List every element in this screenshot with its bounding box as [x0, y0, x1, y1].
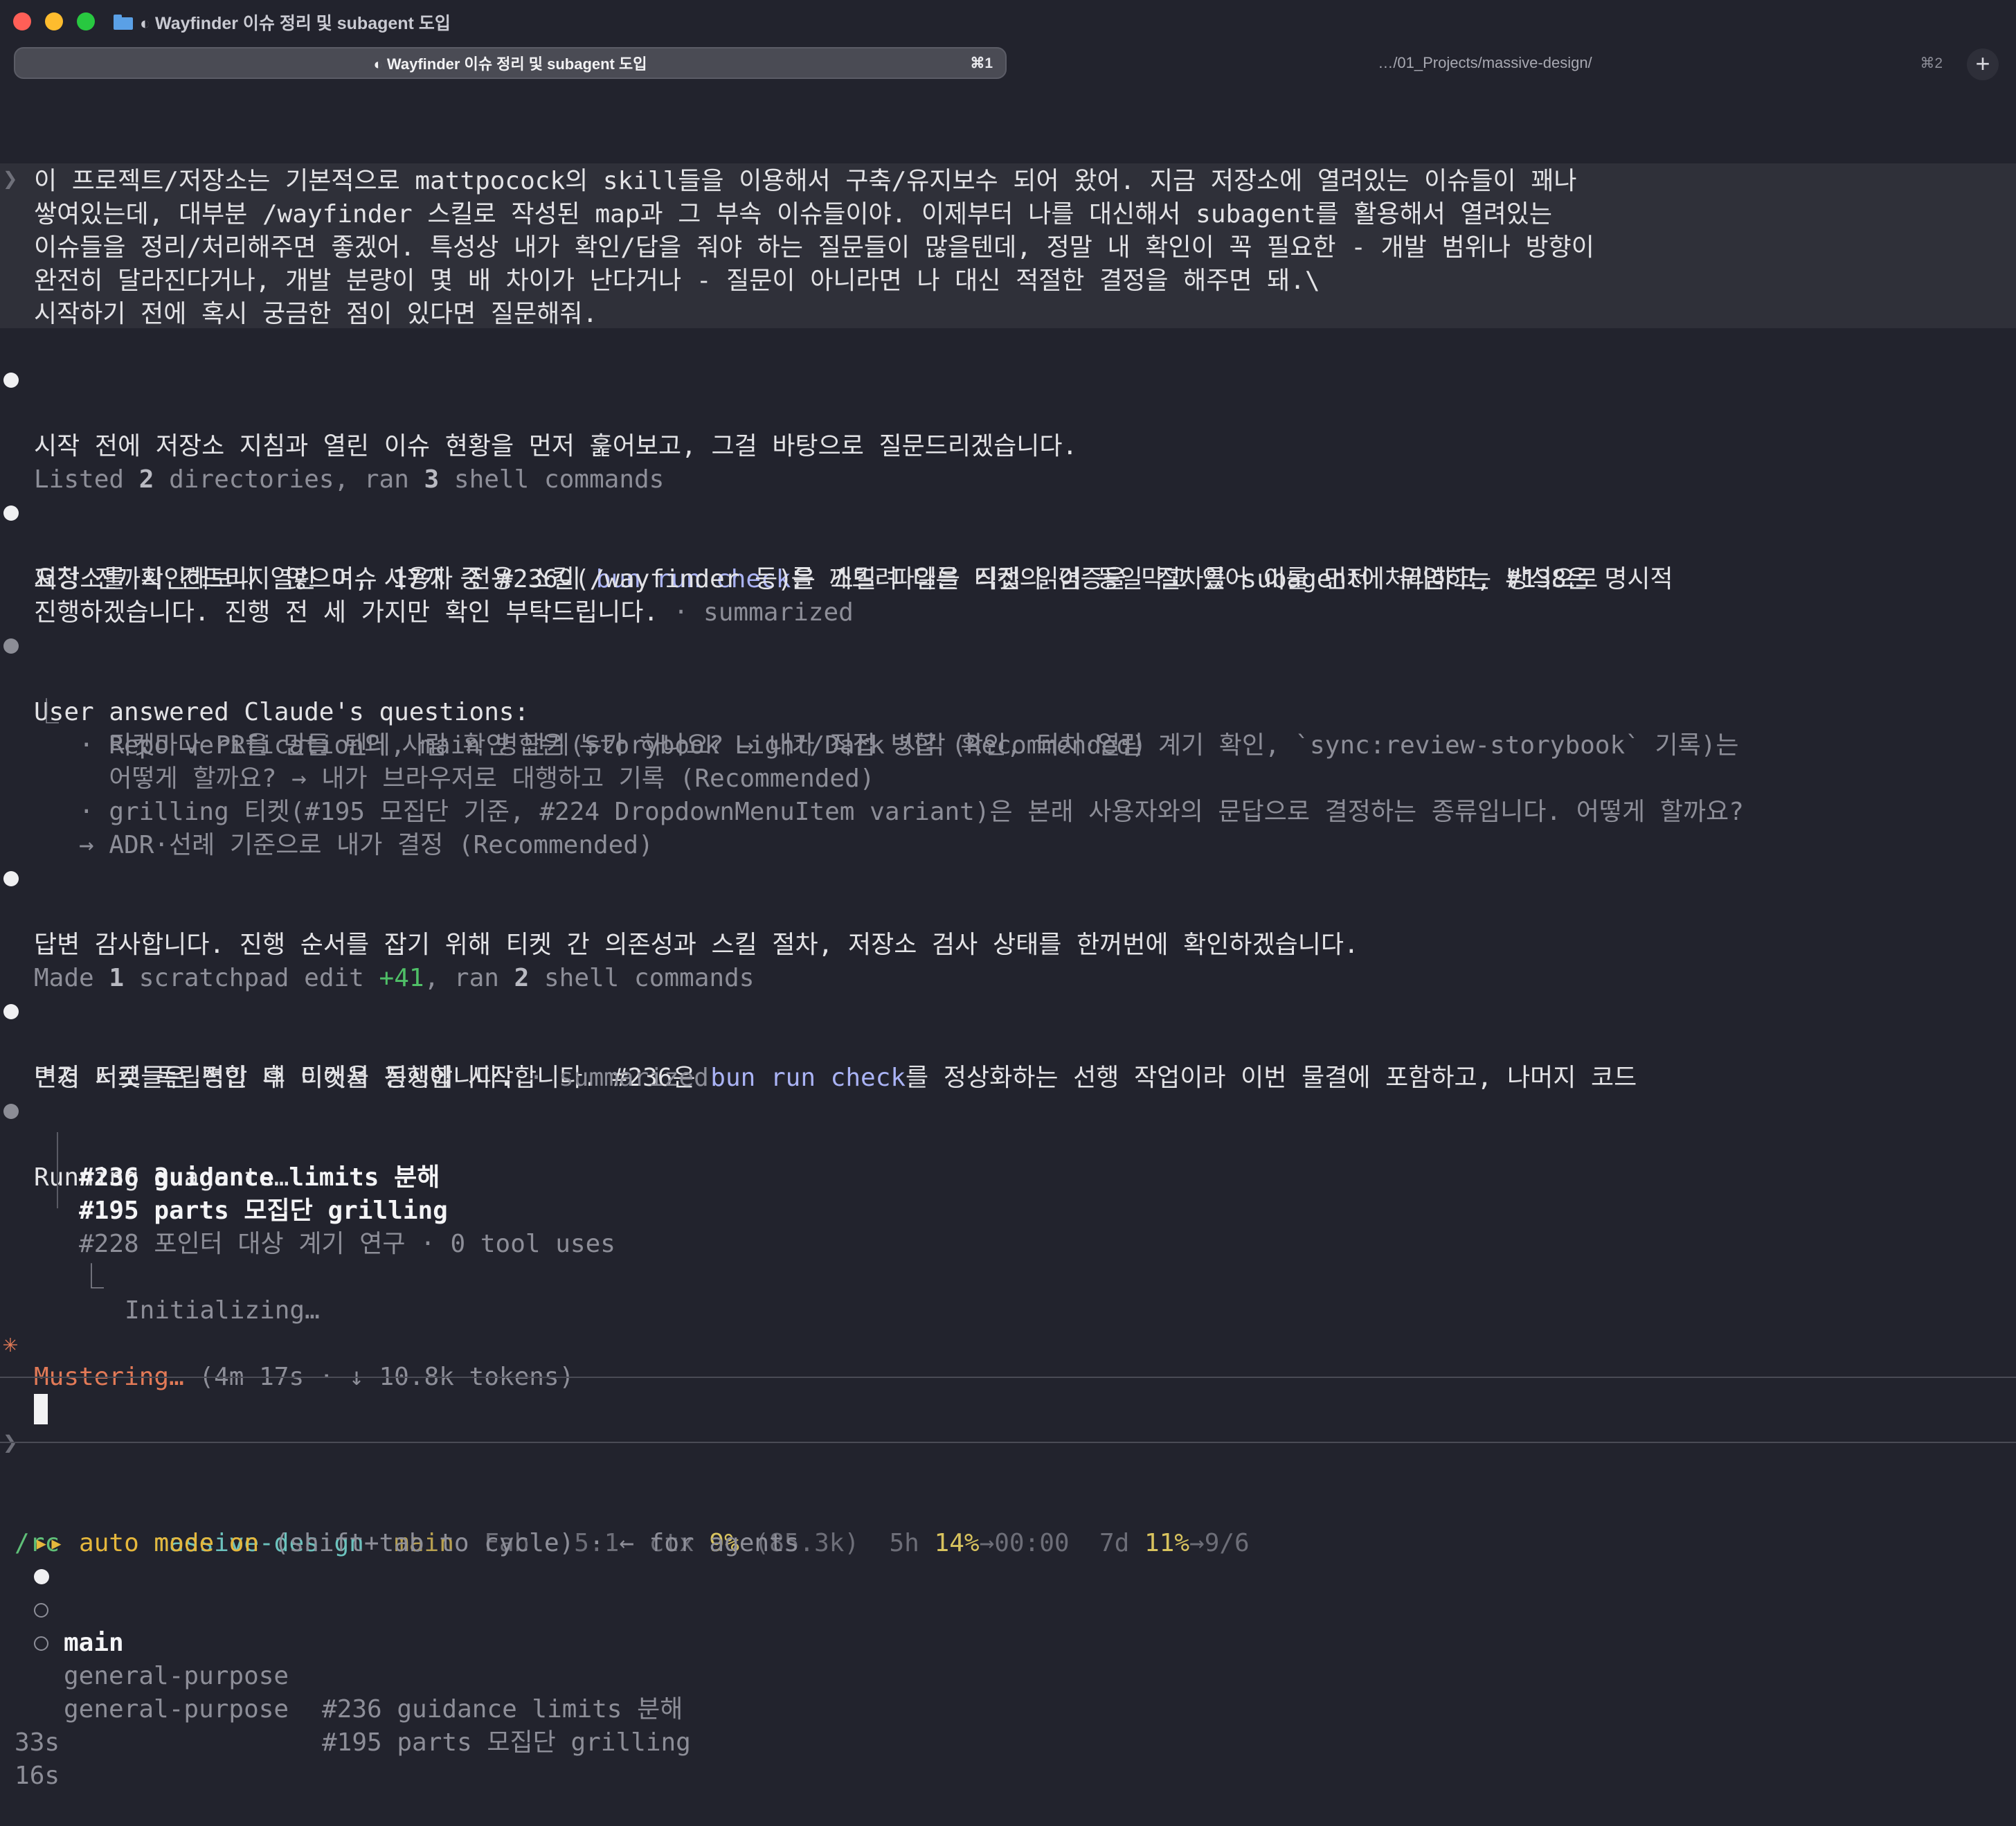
- status-line: massive-design main Fable 5.1 ctx 9% (85…: [0, 1460, 1250, 1557]
- message-bullet-icon: [3, 1004, 19, 1019]
- message-bullet-icon: [3, 373, 19, 388]
- spinner-icon: ✳: [3, 1330, 18, 1358]
- 5h-usage: 14%: [934, 1529, 980, 1557]
- answer-line: → ADR·선례 기준으로 내가 결정 (Recommended): [79, 831, 654, 859]
- diff-plus-count: +41: [379, 964, 424, 992]
- user-prompt-line: 이 프로젝트/저장소는 기본적으로 mattpocock의 skill들을 이용…: [34, 167, 1577, 195]
- assistant-message: 시작 전에 저장소 지침과 열린 이슈 현황을 먼저 훑어보고, 그걸 바탕으로…: [0, 364, 1077, 460]
- agent-item[interactable]: #236 guidance limits 분해: [0, 1128, 440, 1192]
- auto-mode-icon: ▸▸: [34, 1529, 64, 1557]
- assistant-message-line: 변경 티켓들은 병합 후 이어서 진행합니다. · summarized: [34, 1064, 709, 1092]
- inline-code: bun run check: [710, 1064, 906, 1092]
- agent-item[interactable]: #228 포인터 대상 계기 연구 · 0 tool uses: [0, 1194, 615, 1258]
- user-prompt-line: 이슈들을 정리/처리해주면 좋겠어. 특성상 내가 확인/답을 줘야 하는 질문…: [34, 233, 1594, 262]
- user-answers-header: User answered Claude's questions:: [0, 629, 529, 726]
- input-bottom-divider: [0, 1442, 2016, 1443]
- user-prompt-block: ❯ 이 프로젝트/저장소는 기본적으로 mattpocock의 skill들을 …: [0, 163, 2016, 328]
- answer-line: ⎿ · 티켓마다 PR을 만들 텐데, main 병합은 누가 하나요? → 내…: [0, 663, 1146, 760]
- agent-elapsed-time: 16s: [15, 1762, 60, 1790]
- assistant-message-line: 요청 전까지 건드리지 않으며, 사용자 전용 스킬(/wayfinder 등)…: [34, 565, 1599, 593]
- terminal-window: ◐ Wayfinder 이슈 정리 및 subagent 도입 ◐ Wayfin…: [0, 0, 2016, 1790]
- input-top-divider: [0, 1377, 2016, 1378]
- user-prompt-line: 완전히 달라진다거나, 개발 분량이 몇 배 차이가 난다거나 - 질문이 아니…: [34, 267, 1320, 295]
- answer-line: · grilling 티켓(#195 모집단 기준, #224 Dropdown…: [79, 798, 1744, 826]
- agents-bullet-icon: [3, 1104, 19, 1119]
- answers-bullet-icon: [3, 638, 19, 654]
- text-cursor: [34, 1394, 48, 1424]
- mode-line[interactable]: ▸▸ auto mode on (shift+tab to cycle) · ←…: [0, 1494, 799, 1557]
- user-prompt-line: 시작하기 전에 혹시 궁금한 점이 있다면 질문해줘.: [34, 300, 598, 328]
- agent-panel-row[interactable]: general-purpose #236 guidance limits 분해 …: [0, 1593, 683, 1757]
- selected-agent-icon: [34, 1569, 49, 1584]
- message-bullet-icon: [3, 505, 19, 521]
- 7d-usage: 11%: [1144, 1529, 1190, 1557]
- tool-summary[interactable]: Made 1 scratchpad edit +41, ran 2 shell …: [0, 929, 754, 992]
- assistant-message: 답변 감사합니다. 진행 순서를 잡기 위해 티켓 간 의존성과 스킬 절차, …: [0, 862, 1359, 959]
- tree-corner-icon: ⎿: [79, 1263, 105, 1291]
- agent-panel-main[interactable]: main: [0, 1560, 124, 1657]
- assistant-message: 저장소를 확인해보니 열린 이슈 17개 중 #236이 bun run che…: [0, 496, 1673, 593]
- summarized-tag: · summarized: [658, 598, 854, 627]
- agent-panel-row[interactable]: general-purpose #195 parts 모집단 grilling …: [0, 1627, 691, 1790]
- agent-status-icon: [34, 1636, 48, 1651]
- spinner-status: ✳ Mustering… (4m 17s · ↓ 10.8k tokens): [0, 1294, 574, 1391]
- running-agents-header: Running 3 agents…: [0, 1095, 289, 1192]
- agent-item[interactable]: #195 parts 모집단 grilling: [0, 1161, 448, 1225]
- tool-summary[interactable]: Listed 2 directories, ran 3 shell comman…: [0, 430, 664, 494]
- message-bullet-icon: [3, 871, 19, 886]
- user-prompt-line: 쌓여있는데, 대부분 /wayfinder 스킬로 작성된 map과 그 부속 …: [34, 200, 1552, 229]
- agent-sub-status: ⎿ Initializing…: [0, 1228, 320, 1325]
- agent-status-icon: [34, 1603, 48, 1618]
- summarized-tag: · summarized: [514, 1064, 709, 1092]
- assistant-message-line: 진행하겠습니다. 진행 전 세 가지만 확인 부탁드립니다. · summari…: [34, 598, 854, 627]
- answer-line: 어떻게 할까요? → 내가 브라우저로 대행하고 기록 (Recommended…: [79, 764, 875, 793]
- prompt-chevron-icon: ❯: [3, 1429, 18, 1457]
- terminal-output: ❯ 이 프로젝트/저장소는 기본적으로 mattpocock의 skill들을 …: [0, 0, 2016, 1790]
- answer-line: · Repo verification의 사람 확인 단계(Storybook …: [79, 731, 1739, 760]
- assistant-message: 먼저 서로 독립적인 네 티켓을 동시에 시작합니다. #236은 bun ru…: [0, 995, 1637, 1092]
- prompt-chevron-icon: ❯: [3, 165, 18, 193]
